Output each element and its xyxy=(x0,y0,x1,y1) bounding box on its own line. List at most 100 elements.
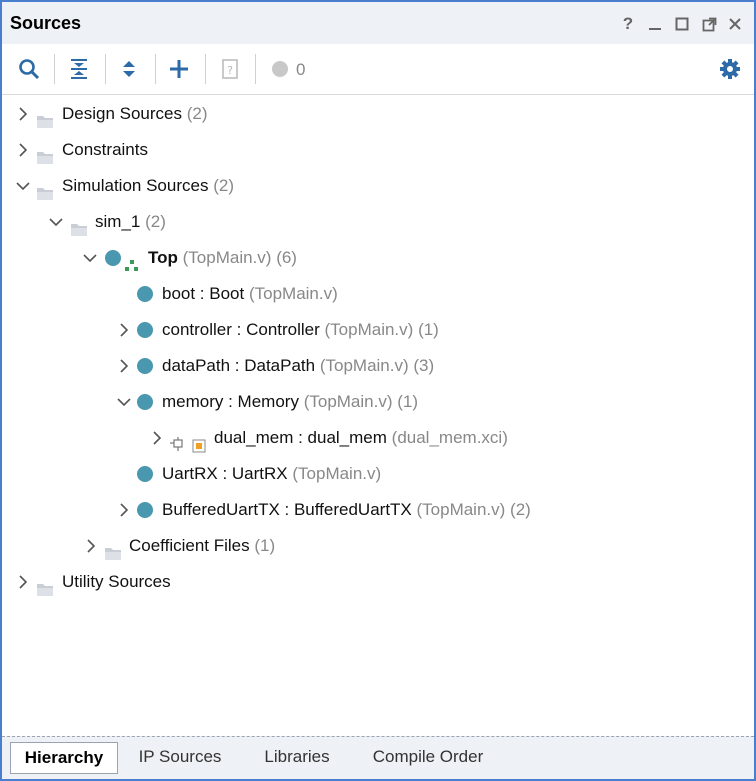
sources-panel: Sources ? ? 0 Design Sources (2) Constra… xyxy=(0,0,756,781)
tree-item-file: (TopMain.v) xyxy=(292,464,382,483)
module-dot-icon xyxy=(137,358,153,374)
module-dot-icon xyxy=(137,502,153,518)
folder-icon xyxy=(104,538,122,560)
tree-item-label: Utility Sources xyxy=(62,572,171,591)
folder-icon xyxy=(70,214,88,236)
folder-icon xyxy=(36,142,54,164)
status-count: 0 xyxy=(296,60,306,79)
ip-block-icon xyxy=(191,430,209,453)
ip-core-icon xyxy=(170,430,188,451)
status-circle-icon xyxy=(267,56,293,82)
toolbar-separator xyxy=(205,54,206,84)
plus-icon[interactable] xyxy=(166,56,192,82)
chevron-right-icon[interactable] xyxy=(16,107,30,121)
chevron-right-icon[interactable] xyxy=(84,539,98,553)
tree-item-label: memory : Memory xyxy=(162,392,299,411)
tree-item-count: (3) xyxy=(413,356,435,375)
tab-libraries[interactable]: Libraries xyxy=(254,742,340,772)
tree-item-file: (TopMain.v) xyxy=(319,356,409,375)
maximize-icon[interactable] xyxy=(672,14,692,34)
panel-title: Sources xyxy=(10,13,82,33)
tree-item-file: (TopMain.v) xyxy=(324,320,414,339)
float-icon[interactable] xyxy=(699,14,719,34)
tree-item-label: dual_mem : dual_mem xyxy=(214,428,387,447)
tree-item-memory[interactable]: memory : Memory (TopMain.v) (1) xyxy=(2,384,754,420)
tab-hierarchy[interactable]: Hierarchy xyxy=(10,742,118,774)
tree-item-simulation-sources[interactable]: Simulation Sources (2) xyxy=(2,168,754,204)
tree-item-label: Simulation Sources xyxy=(62,176,209,195)
svg-text:?: ? xyxy=(227,64,233,77)
collapse-all-icon[interactable] xyxy=(66,56,92,82)
tree-item-label: BufferedUartTX : BufferedUartTX xyxy=(162,500,412,519)
tree-item-uartrx[interactable]: UartRX : UartRX (TopMain.v) xyxy=(2,456,754,492)
module-dot-icon xyxy=(137,286,153,302)
minimize-icon[interactable] xyxy=(645,14,665,34)
search-icon[interactable] xyxy=(16,56,42,82)
tab-ip-sources[interactable]: IP Sources xyxy=(130,742,230,772)
tree-item-count: (1) xyxy=(397,392,419,411)
chevron-down-icon[interactable] xyxy=(117,395,131,409)
tree-item-boot[interactable]: boot : Boot (TopMain.v) xyxy=(2,276,754,312)
expand-all-icon[interactable] xyxy=(116,56,142,82)
tree-item-count: (1) xyxy=(254,536,276,555)
tree-item-coefficient-files[interactable]: Coefficient Files (1) xyxy=(2,528,754,564)
view-tabs: Hierarchy IP Sources Libraries Compile O… xyxy=(2,736,754,779)
tree-item-label: Top xyxy=(148,248,178,267)
tree-item-count: (2) xyxy=(213,176,234,195)
help-icon[interactable]: ? xyxy=(618,14,638,34)
tree-item-file: (TopMain.v) xyxy=(248,284,338,303)
tree-item-buffereduarttx[interactable]: BufferedUartTX : BufferedUartTX (TopMain… xyxy=(2,492,754,528)
chevron-down-icon[interactable] xyxy=(49,215,63,229)
module-dot-icon xyxy=(137,394,153,410)
tree-item-controller[interactable]: controller : Controller (TopMain.v) (1) xyxy=(2,312,754,348)
tree-item-count: (2) xyxy=(145,212,166,231)
tree-item-label: controller : Controller xyxy=(162,320,320,339)
tree-item-sim-1[interactable]: sim_1 (2) xyxy=(2,204,754,240)
toolbar-separator xyxy=(155,54,156,84)
chevron-right-icon[interactable] xyxy=(117,503,131,517)
toolbar-separator xyxy=(255,54,256,84)
tree-item-label: boot : Boot xyxy=(162,284,245,303)
folder-icon xyxy=(36,106,54,128)
tree-item-dual-mem[interactable]: dual_mem : dual_mem (dual_mem.xci) xyxy=(2,420,754,456)
module-dot-icon xyxy=(105,250,121,266)
tree-item-top[interactable]: Top (TopMain.v) (6) xyxy=(2,240,754,276)
hierarchy-top-icon xyxy=(124,250,142,271)
close-icon[interactable] xyxy=(725,14,745,34)
tree-item-utility-sources[interactable]: Utility Sources xyxy=(2,564,754,600)
folder-icon xyxy=(36,574,54,596)
tree-item-label: Design Sources xyxy=(62,104,183,123)
module-dot-icon xyxy=(137,466,153,482)
tree-item-label: dataPath : DataPath xyxy=(162,356,316,375)
folder-icon xyxy=(36,178,54,200)
tree-item-file: (TopMain.v) xyxy=(416,500,506,519)
tree-item-constraints[interactable]: Constraints xyxy=(2,132,754,168)
tree-item-count: (6) xyxy=(276,248,297,267)
toolbar-separator xyxy=(54,54,55,84)
tree-item-file: (dual_mem.xci) xyxy=(391,428,508,447)
tree-item-label: Constraints xyxy=(62,140,148,159)
chevron-down-icon[interactable] xyxy=(83,251,97,265)
tree-item-label: UartRX : UartRX xyxy=(162,464,288,483)
chevron-right-icon[interactable] xyxy=(117,359,131,373)
chevron-down-icon[interactable] xyxy=(16,179,30,193)
tree-item-label: Coefficient Files xyxy=(129,536,250,555)
tree-item-design-sources[interactable]: Design Sources (2) xyxy=(2,96,754,132)
tree-item-file: (TopMain.v) xyxy=(303,392,393,411)
chevron-right-icon[interactable] xyxy=(16,575,30,589)
tree-item-count: (1) xyxy=(418,320,439,339)
tree-item-datapath[interactable]: dataPath : DataPath (TopMain.v) (3) xyxy=(2,348,754,384)
module-dot-icon xyxy=(137,322,153,338)
tree-item-label: sim_1 xyxy=(95,212,141,231)
sources-toolbar: ? 0 xyxy=(2,44,754,95)
question-doc-icon[interactable]: ? xyxy=(217,56,243,82)
tab-compile-order[interactable]: Compile Order xyxy=(362,742,494,772)
panel-titlebar: Sources ? xyxy=(2,2,754,44)
tree-item-count: (2) xyxy=(186,104,208,123)
tree-item-file: (TopMain.v) xyxy=(182,248,272,267)
chevron-right-icon[interactable] xyxy=(117,323,131,337)
chevron-right-icon[interactable] xyxy=(16,143,30,157)
chevron-right-icon[interactable] xyxy=(150,431,164,445)
gear-icon[interactable] xyxy=(717,56,743,82)
tree-item-count: (2) xyxy=(510,500,531,519)
